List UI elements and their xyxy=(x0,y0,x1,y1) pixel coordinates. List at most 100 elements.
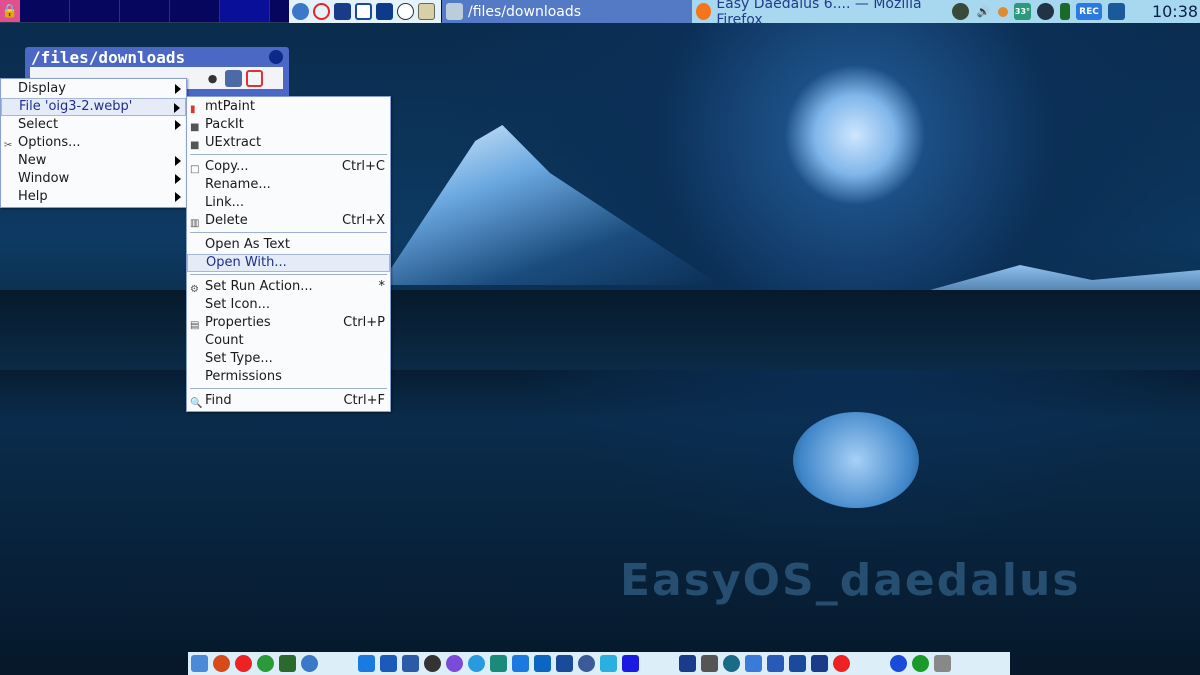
close-button[interactable] xyxy=(269,50,283,64)
workspace-3[interactable] xyxy=(120,0,170,22)
menu-item-copy[interactable]: □ Copy... Ctrl+C xyxy=(187,158,390,176)
finder-icon[interactable] xyxy=(191,655,208,672)
bottom-dock xyxy=(188,652,1010,675)
telegram-icon[interactable] xyxy=(468,655,485,672)
settings-icon[interactable] xyxy=(424,655,441,672)
workspace-4[interactable] xyxy=(170,0,220,22)
menu-item-delete[interactable]: ▥ Delete Ctrl+X xyxy=(187,212,390,230)
menu-item-uextract[interactable]: ■ UExtract xyxy=(187,134,390,152)
menu-item-options[interactable]: ✂ Options... xyxy=(1,134,186,152)
grid-icon[interactable] xyxy=(679,655,696,672)
task-files-downloads[interactable]: /files/downloads xyxy=(442,0,692,23)
menu-item-set-icon[interactable]: Set Icon... xyxy=(187,296,390,314)
menu-item-window[interactable]: Window xyxy=(1,170,186,188)
record-icon[interactable]: REC xyxy=(1076,3,1102,20)
menu-item-rename[interactable]: Rename... xyxy=(187,176,390,194)
trash-icon[interactable] xyxy=(376,3,393,20)
user-icon[interactable] xyxy=(952,3,969,20)
menu-item-help[interactable]: Help xyxy=(1,188,186,206)
separator xyxy=(190,388,387,389)
menu-item-open-with[interactable]: Open With... xyxy=(187,254,390,272)
resize-icon[interactable] xyxy=(246,69,263,87)
label: Set Icon... xyxy=(205,297,271,312)
instagram-icon[interactable] xyxy=(600,655,617,672)
workspace-2[interactable] xyxy=(70,0,120,22)
mail-icon[interactable] xyxy=(358,655,375,672)
chat-icon[interactable] xyxy=(397,3,414,20)
menu-item-packit[interactable]: ■ PackIt xyxy=(187,116,390,134)
viber-icon[interactable] xyxy=(446,655,463,672)
drive-icon[interactable] xyxy=(418,3,435,20)
amazon-icon[interactable] xyxy=(723,655,740,672)
menu-item-new[interactable]: New xyxy=(1,152,186,170)
chatgpt-icon[interactable] xyxy=(490,655,507,672)
label: PackIt xyxy=(205,117,244,132)
app-icon[interactable] xyxy=(512,655,529,672)
editor-icon[interactable] xyxy=(789,655,806,672)
mtpaint-icon: ▮ xyxy=(190,104,196,115)
gimp-icon[interactable] xyxy=(701,655,718,672)
menu-item-mtpaint[interactable]: ▮ mtPaint xyxy=(187,98,390,116)
menu-item-find[interactable]: 🔍 Find Ctrl+F xyxy=(187,392,390,410)
menu-item-set-type[interactable]: Set Type... xyxy=(187,350,390,368)
menu-item-link[interactable]: Link... xyxy=(187,194,390,212)
menu-item-file[interactable]: File 'oig3-2.webp' xyxy=(1,98,186,116)
firefox-icon[interactable] xyxy=(213,655,230,672)
restart-icon[interactable] xyxy=(833,655,850,672)
firefox-icon xyxy=(696,3,712,20)
properties-icon: ▤ xyxy=(190,320,200,331)
label: Copy... xyxy=(205,159,249,174)
tiktok-icon[interactable] xyxy=(622,655,639,672)
folder-icon xyxy=(446,3,463,20)
volume-icon[interactable]: 🔊 xyxy=(975,3,992,20)
label: Select xyxy=(18,117,59,132)
window-icon[interactable] xyxy=(380,655,397,672)
label: Help xyxy=(18,189,48,204)
browser-icon[interactable] xyxy=(292,3,309,20)
terminal-icon[interactable] xyxy=(811,655,828,672)
menu-item-open-as-text[interactable]: Open As Text xyxy=(187,236,390,254)
menu-item-display[interactable]: Display xyxy=(1,80,186,98)
globe-icon[interactable] xyxy=(556,655,573,672)
sleep-icon[interactable] xyxy=(934,655,951,672)
label: Open With... xyxy=(206,255,287,270)
temperature-icon[interactable]: 33° xyxy=(1014,3,1031,20)
menu-item-properties[interactable]: ▤ Properties Ctrl+P xyxy=(187,314,390,332)
rss-icon[interactable] xyxy=(402,655,419,672)
label: Rename... xyxy=(205,177,271,192)
menu-item-select[interactable]: Select xyxy=(1,116,186,134)
label: Set Type... xyxy=(205,351,273,366)
task-firefox[interactable]: Easy Daedalus 6.... — Mozilla Firefox xyxy=(692,0,947,28)
options-icon: ✂ xyxy=(4,140,13,151)
sun-icon[interactable] xyxy=(998,6,1008,17)
browser-icon[interactable] xyxy=(301,655,318,672)
youtube-icon[interactable] xyxy=(745,655,762,672)
file-icon[interactable] xyxy=(355,3,372,20)
sd-card-icon[interactable] xyxy=(334,3,351,20)
menu-item-count[interactable]: Count xyxy=(187,332,390,350)
gecko-icon[interactable] xyxy=(279,655,296,672)
label: Properties xyxy=(205,315,271,330)
chrome-icon[interactable] xyxy=(257,655,274,672)
eye-icon[interactable]: ● xyxy=(204,70,221,87)
target-icon[interactable] xyxy=(890,655,907,672)
opera-icon[interactable] xyxy=(235,655,252,672)
workspace-1[interactable] xyxy=(20,0,70,22)
power-icon[interactable] xyxy=(912,655,929,672)
lock-icon[interactable]: 🔒 xyxy=(0,0,20,22)
battery-icon[interactable] xyxy=(1060,3,1070,20)
menu-item-set-run-action[interactable]: ⚙ Set Run Action... * xyxy=(187,278,390,296)
linkedin-icon[interactable] xyxy=(534,655,551,672)
word-icon[interactable] xyxy=(767,655,784,672)
packit-icon: ■ xyxy=(190,122,200,133)
menu-item-permissions[interactable]: Permissions xyxy=(187,368,390,386)
file-submenu: ▮ mtPaint ■ PackIt ■ UExtract □ Copy... Ctrl+… xyxy=(186,96,391,412)
network-icon[interactable] xyxy=(1037,3,1054,20)
details-icon[interactable] xyxy=(225,69,242,87)
clock[interactable]: 10:38 xyxy=(1150,0,1200,23)
workspace-5[interactable] xyxy=(220,0,270,22)
opera-icon[interactable] xyxy=(313,3,330,20)
camera-icon[interactable] xyxy=(1108,3,1125,20)
x-icon[interactable] xyxy=(578,655,595,672)
label: Display xyxy=(18,81,66,96)
